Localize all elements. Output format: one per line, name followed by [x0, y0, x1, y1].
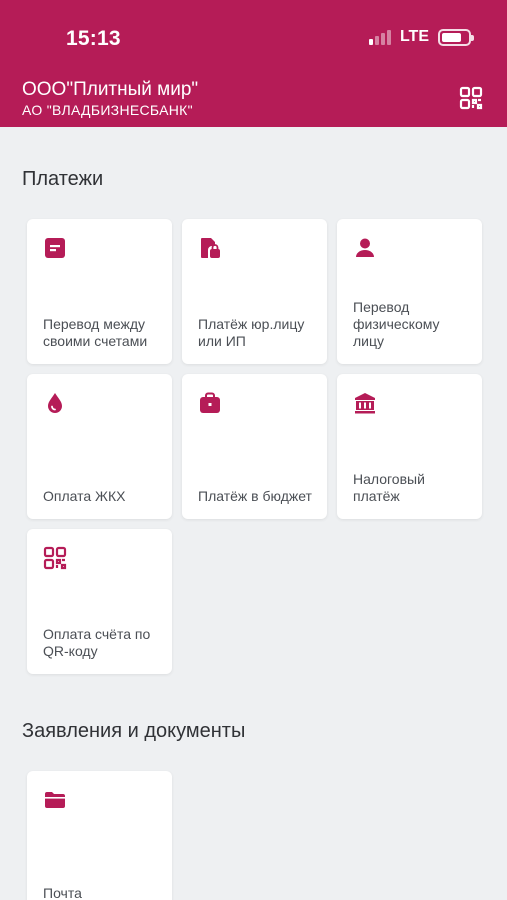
- legal-entity-payment-icon: [198, 236, 222, 260]
- card-label: Перевод физическому лицу: [353, 299, 440, 349]
- card-utilities-payment[interactable]: Оплата ЖКХ: [27, 374, 172, 519]
- qr-code-icon[interactable]: [459, 86, 483, 110]
- transfer-own-accounts-icon: [43, 236, 67, 260]
- card-label: Почта: [43, 885, 82, 900]
- folder-icon: [43, 788, 67, 812]
- bank-name: АО "ВЛАДБИЗНЕСБАНК": [22, 102, 193, 118]
- card-label: Налоговый платёж: [353, 471, 425, 504]
- card-label: Перевод между своими счетами: [43, 316, 148, 349]
- card-budget-payment[interactable]: Платёж в бюджет: [182, 374, 327, 519]
- card-tax-payment[interactable]: Налоговый платёж: [337, 374, 482, 519]
- drop-icon: [43, 391, 67, 415]
- card-qr-invoice-payment[interactable]: Оплата счёта по QR-коду: [27, 529, 172, 674]
- organization-name[interactable]: ООО"Плитный мир": [22, 79, 198, 101]
- signal-icon: [368, 29, 391, 45]
- card-transfer-own-accounts[interactable]: Перевод между своими счетами: [27, 219, 172, 364]
- card-label: Оплата счёта по QR-коду: [43, 626, 151, 659]
- card-label: Платёж юр.лицу или ИП: [198, 316, 305, 349]
- network-type: LTE: [399, 28, 429, 45]
- card-mail[interactable]: Почта: [27, 771, 172, 900]
- card-label: Оплата ЖКХ: [43, 488, 126, 504]
- briefcase-icon: [198, 391, 222, 415]
- app-header: 15:13 LTE ООО"Плитный мир" АО "ВЛАДБИЗНЕ…: [0, 0, 507, 127]
- card-legal-entity-payment[interactable]: Платёж юр.лицу или ИП: [182, 219, 327, 364]
- status-indicators: LTE: [368, 28, 474, 46]
- bank-building-icon: [353, 391, 377, 415]
- card-label: Платёж в бюджет: [198, 488, 312, 504]
- status-time: 15:13: [66, 27, 121, 50]
- person-icon: [353, 236, 377, 260]
- card-transfer-individual[interactable]: Перевод физическому лицу: [337, 219, 482, 364]
- documents-section-title: Заявления и документы: [22, 720, 246, 742]
- qr-code-icon: [43, 546, 67, 570]
- payments-section-title: Платежи: [22, 168, 104, 190]
- battery-icon: [438, 28, 474, 46]
